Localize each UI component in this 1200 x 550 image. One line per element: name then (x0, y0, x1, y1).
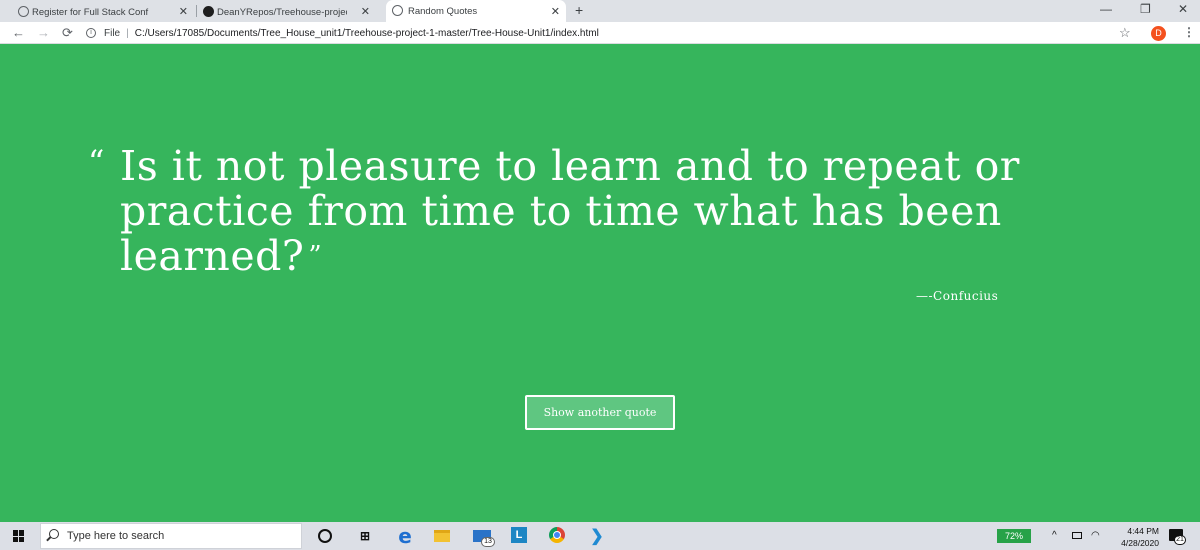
globe-icon (392, 5, 403, 16)
forward-button[interactable]: → (37, 25, 50, 40)
windows-start-icon[interactable] (13, 530, 25, 542)
launcher-app-icon[interactable]: L (511, 527, 527, 543)
search-icon (49, 529, 59, 539)
info-icon[interactable]: i (86, 28, 96, 38)
address-separator: | (126, 27, 129, 39)
browser-toolbar: ← → ⟳ i File | C:/Users/17085/Documents/… (0, 22, 1200, 44)
open-quote-mark: “ (88, 143, 105, 181)
back-button[interactable]: ← (12, 25, 25, 40)
tab-title: DeanYRepos/Treehouse-project- (217, 6, 347, 18)
file-explorer-icon[interactable] (433, 527, 451, 545)
close-icon[interactable]: ✕ (179, 5, 188, 18)
cortana-icon[interactable] (318, 529, 332, 543)
quote-source: —-Confucius (916, 289, 999, 303)
tab-register-full-stack-conf[interactable]: Register for Full Stack Conf ✕ (16, 2, 194, 22)
show-another-quote-button[interactable]: Show another quote (525, 395, 675, 430)
battery-indicator[interactable]: 72% (997, 529, 1031, 543)
system-clock[interactable]: 4:44 PM 4/28/2020 (1113, 525, 1159, 549)
page-content: “ Is it not pleasure to learn and to rep… (0, 44, 1200, 522)
quote-text: Is it not pleasure to learn and to repea… (120, 142, 1020, 280)
reload-button[interactable]: ⟳ (62, 25, 73, 41)
taskbar-search-box[interactable]: Type here to search (40, 523, 302, 549)
show-hidden-icons-chevron-icon[interactable]: ^ (1052, 530, 1057, 541)
task-view-icon[interactable]: ⊞ (356, 527, 374, 545)
tab-title: Random Quotes (408, 5, 478, 17)
tab-github-repo[interactable]: DeanYRepos/Treehouse-project- ✕ (201, 2, 376, 22)
bookmark-star-icon[interactable]: ☆ (1119, 25, 1131, 41)
tab-strip: Register for Full Stack Conf ✕ DeanYRepo… (0, 0, 1200, 22)
vscode-icon[interactable]: ❯ (588, 527, 606, 545)
battery-tray-icon[interactable] (1072, 532, 1082, 539)
mail-icon[interactable]: 13 (473, 527, 495, 547)
globe-icon (18, 6, 29, 17)
close-icon[interactable]: ✕ (551, 5, 560, 18)
notification-count: 21 (1174, 535, 1186, 545)
profile-avatar[interactable]: D (1151, 26, 1166, 41)
clock-date: 4/28/2020 (1121, 538, 1159, 548)
tab-title: Register for Full Stack Conf (32, 6, 149, 18)
clock-time: 4:44 PM (1127, 526, 1159, 536)
minimize-button[interactable]: — (1100, 2, 1112, 16)
chrome-icon[interactable] (549, 527, 565, 543)
tab-divider (196, 5, 197, 17)
scheme-label: File (104, 27, 121, 39)
quote-text-wrap: Is it not pleasure to learn and to repea… (120, 144, 1068, 279)
tab-random-quotes[interactable]: Random Quotes ✕ (386, 0, 566, 22)
quote-block: “ Is it not pleasure to learn and to rep… (88, 144, 1068, 279)
more-menu-icon[interactable]: ⋮ (1183, 25, 1195, 39)
edge-icon[interactable]: e (396, 524, 414, 548)
window-close-button[interactable]: ✕ (1178, 2, 1188, 16)
github-icon (203, 6, 214, 17)
maximize-button[interactable]: ❐ (1140, 2, 1151, 16)
address-bar[interactable]: i File | C:/Users/17085/Documents/Tree_H… (86, 24, 599, 42)
taskbar: Type here to search ⊞ e 13 L ❯ 72% ^ ◠ 4… (0, 522, 1200, 550)
action-center-icon[interactable]: 21 (1169, 529, 1186, 545)
wifi-icon[interactable]: ◠ (1091, 530, 1100, 541)
close-quote-mark: ” (308, 241, 323, 271)
mail-badge: 13 (481, 537, 495, 547)
url-text[interactable]: C:/Users/17085/Documents/Tree_House_unit… (135, 28, 599, 39)
new-tab-button[interactable]: + (575, 2, 583, 18)
search-placeholder: Type here to search (67, 530, 165, 542)
close-icon[interactable]: ✕ (361, 5, 370, 18)
